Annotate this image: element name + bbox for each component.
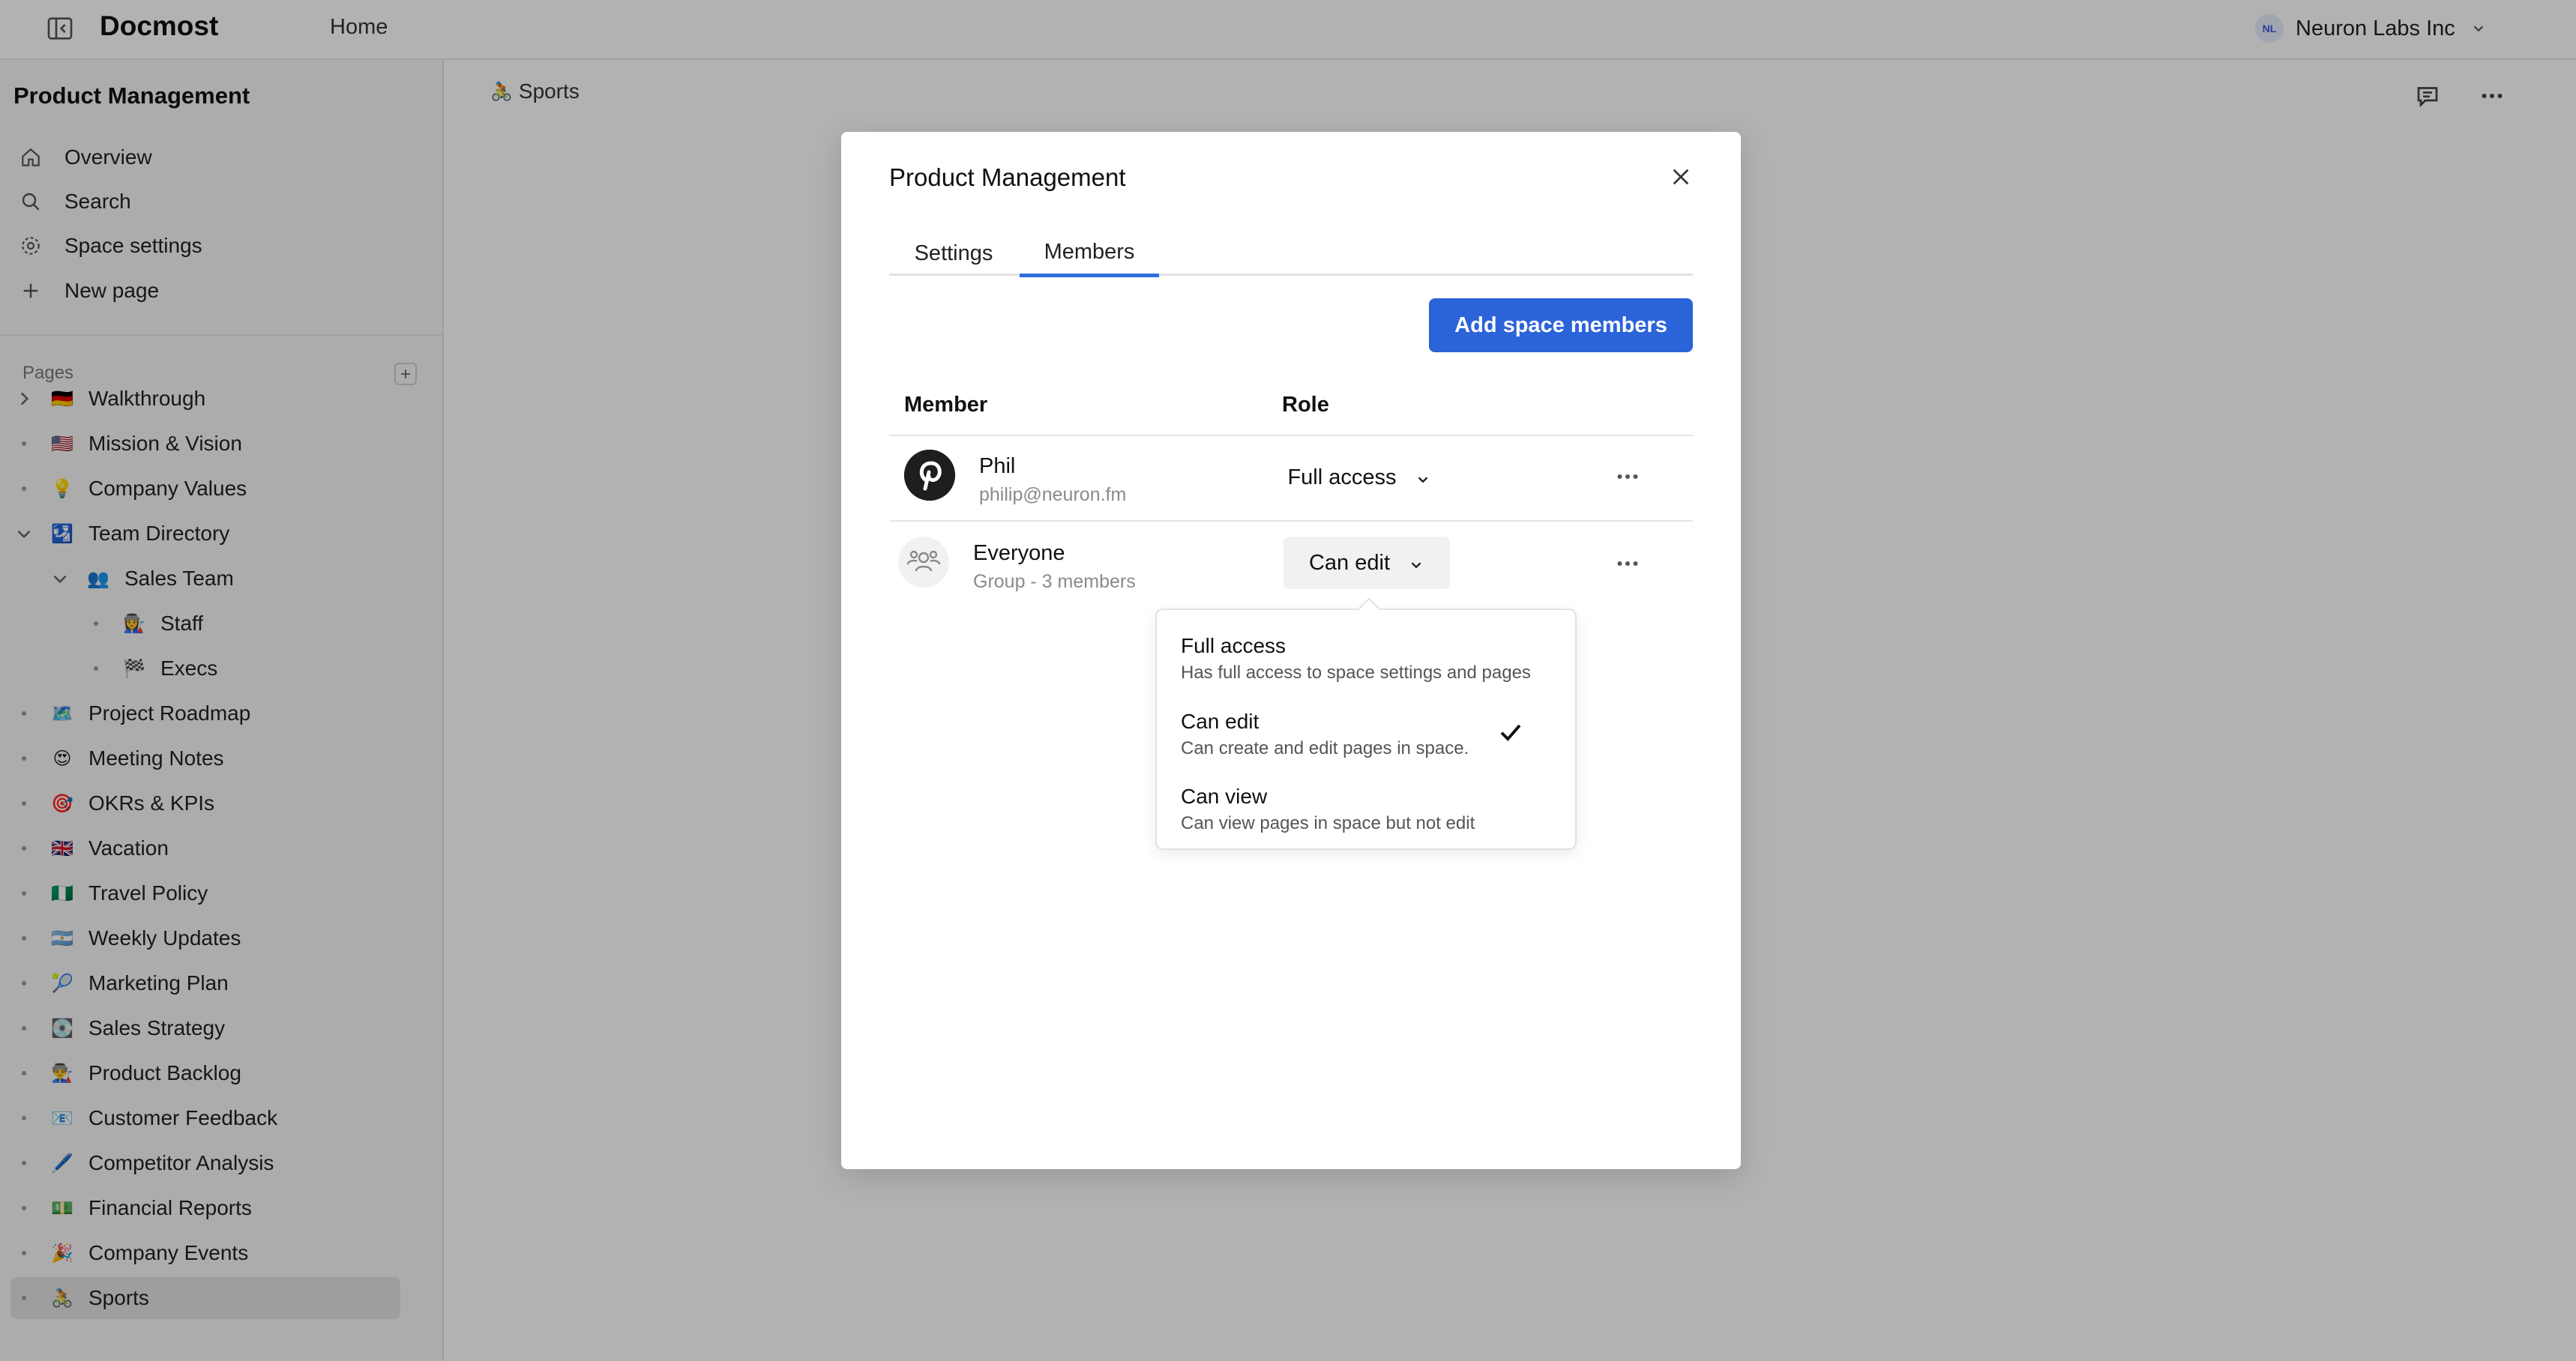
role-value: Can edit <box>1308 550 1390 575</box>
member-email: philip@neuron.fm <box>979 484 1127 505</box>
role-value: Full access <box>1287 465 1397 489</box>
member-column-header: Member <box>904 393 988 417</box>
tab-settings[interactable]: Settings <box>889 231 1018 276</box>
role-option-label: Can view <box>1181 785 1268 808</box>
chevron-down-icon <box>1408 555 1424 571</box>
modal-title: Product Management <box>889 163 1126 191</box>
member-more-options-icon[interactable] <box>1609 462 1646 492</box>
close-icon[interactable] <box>1664 160 1697 193</box>
role-select-can-edit[interactable]: Can edit <box>1284 537 1450 589</box>
member-name: Phil <box>979 454 1016 478</box>
chevron-down-icon <box>1415 469 1431 486</box>
role-option-can-edit[interactable]: Can edit Can create and edit pages in sp… <box>1157 692 1575 767</box>
role-column-header: Role <box>1282 393 1329 417</box>
table-row: Everyone Group - 3 members Can edit <box>889 522 1693 604</box>
role-select-full-access[interactable]: Full access <box>1272 451 1447 504</box>
role-option-description: Can create and edit pages in space. <box>1181 738 1469 758</box>
role-option-description: Can view pages in space but not edit <box>1181 813 1475 833</box>
role-dropdown-menu: Full access Has full access to space set… <box>1155 597 1577 850</box>
role-option-full-access[interactable]: Full access Has full access to space set… <box>1157 616 1575 691</box>
table-row: Phil philip@neuron.fm Full access <box>889 436 1693 519</box>
role-option-label: Full access <box>1181 634 1287 657</box>
tab-members[interactable]: Members <box>1020 231 1159 277</box>
add-space-members-button[interactable]: Add space members <box>1429 298 1693 352</box>
group-icon <box>898 537 949 588</box>
check-icon <box>1497 719 1524 746</box>
pinterest-avatar-icon <box>904 450 955 501</box>
member-name: Everyone <box>973 541 1065 565</box>
member-subtitle: Group - 3 members <box>973 571 1136 592</box>
role-option-label: Can edit <box>1181 710 1260 733</box>
role-option-description: Has full access to space settings and pa… <box>1181 663 1531 683</box>
modal-tabs: Settings Members <box>889 231 1693 277</box>
member-more-options-icon[interactable] <box>1609 549 1646 579</box>
role-option-can-view[interactable]: Can view Can view pages in space but not… <box>1157 767 1575 842</box>
